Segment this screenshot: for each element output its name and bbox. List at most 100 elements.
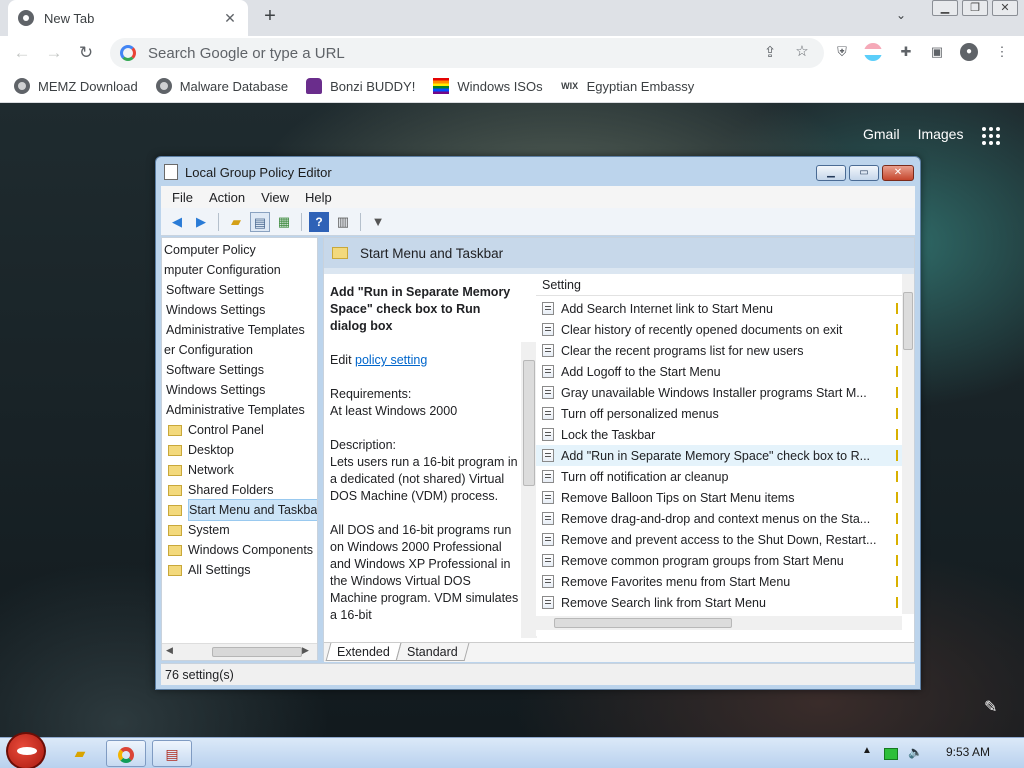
- setting-row[interactable]: Remove and prevent access to the Shut Do…: [536, 529, 902, 550]
- menu-action[interactable]: Action: [209, 190, 245, 205]
- setting-row[interactable]: Add "Run in Separate Memory Space" check…: [536, 445, 902, 466]
- menu-file[interactable]: File: [172, 190, 193, 205]
- minimize-button[interactable]: ▁: [932, 0, 958, 16]
- tab-extended[interactable]: Extended: [325, 643, 402, 661]
- setting-row[interactable]: Turn off personalized menus: [536, 403, 902, 424]
- side-panel-icon[interactable]: ▣: [928, 43, 946, 61]
- list-vertical-scrollbar[interactable]: [902, 274, 914, 614]
- list-horizontal-scrollbar[interactable]: [536, 616, 902, 630]
- chrome-taskbar-icon[interactable]: [106, 740, 146, 767]
- filter-icon[interactable]: ▼: [368, 212, 388, 232]
- setting-name: Add "Run in Separate Memory Space" check…: [561, 448, 871, 463]
- tree-item[interactable]: er Configuration: [164, 340, 317, 360]
- bookmark-malware-database[interactable]: Malware Database: [155, 78, 288, 94]
- volume-icon[interactable]: 🔈: [908, 745, 923, 759]
- setting-name: Remove common program groups from Start …: [561, 553, 844, 568]
- tree-item[interactable]: Software Settings: [164, 280, 317, 300]
- gpe-close-button[interactable]: ✕: [882, 165, 914, 181]
- tree-item[interactable]: mputer Configuration: [164, 260, 317, 280]
- forward-arrow-icon[interactable]: →: [44, 43, 64, 63]
- setting-row[interactable]: Clear the recent programs list for new u…: [536, 340, 902, 361]
- setting-row[interactable]: Remove drag-and-drop and context menus o…: [536, 508, 902, 529]
- google-apps-icon[interactable]: [982, 127, 1000, 145]
- tree-horizontal-scrollbar[interactable]: ◀ ▶: [162, 643, 317, 660]
- export-list-icon[interactable]: ▦: [274, 212, 294, 232]
- show-tree-icon[interactable]: ▤: [250, 211, 270, 232]
- tree-item[interactable]: System: [164, 520, 317, 540]
- close-button[interactable]: ✕: [992, 0, 1018, 16]
- tab-close-icon[interactable]: ✕: [222, 10, 238, 27]
- scroll-thumb[interactable]: [212, 647, 302, 657]
- gpe-minimize-button[interactable]: ▁: [816, 165, 846, 181]
- tab-new-tab[interactable]: New Tab ✕: [8, 0, 248, 36]
- tree-item[interactable]: Software Settings: [164, 360, 317, 380]
- share-icon[interactable]: ⇪: [760, 43, 780, 61]
- gpedit-taskbar-icon[interactable]: ▤: [152, 740, 192, 767]
- setting-row[interactable]: Lock the Taskbar: [536, 424, 902, 445]
- help-icon[interactable]: ?: [309, 211, 329, 232]
- scroll-thumb[interactable]: [523, 360, 535, 486]
- tree-item[interactable]: Windows Components: [164, 540, 317, 560]
- menu-help[interactable]: Help: [305, 190, 332, 205]
- setting-row[interactable]: Gray unavailable Windows Installer progr…: [536, 382, 902, 403]
- bookmark-memz[interactable]: MEMZ Download: [14, 78, 138, 94]
- customize-pencil-icon[interactable]: ✎: [984, 697, 997, 717]
- tree-item[interactable]: Shared Folders: [164, 480, 317, 500]
- bookmark-egyptian-embassy[interactable]: WIX Egyptian Embassy: [561, 78, 694, 94]
- setting-row[interactable]: Add Search Internet link to Start Menu: [536, 298, 902, 319]
- tree-item[interactable]: All Settings: [164, 560, 317, 580]
- tree-item[interactable]: Network: [164, 460, 317, 480]
- restore-button[interactable]: ❐: [962, 0, 988, 16]
- images-link[interactable]: Images: [918, 126, 964, 142]
- forward-arrow-icon[interactable]: ▶: [191, 212, 211, 232]
- description-scrollbar[interactable]: [521, 342, 537, 638]
- bookmarks-bar: MEMZ Download Malware Database Bonzi BUD…: [0, 70, 1024, 103]
- gmail-link[interactable]: Gmail: [863, 126, 900, 142]
- setting-row[interactable]: Remove Favorites menu from Start Menu: [536, 571, 902, 592]
- tree-item[interactable]: Administrative Templates: [164, 400, 317, 420]
- tree-item[interactable]: Start Menu and Taskbar: [164, 499, 317, 521]
- network-icon[interactable]: [884, 748, 898, 760]
- ublock-shield-icon[interactable]: ⛨: [833, 43, 851, 61]
- state-column-edge: [896, 492, 898, 503]
- puzzle-extensions-icon[interactable]: ✚: [897, 43, 915, 61]
- tab-standard[interactable]: Standard: [395, 643, 469, 661]
- profile-avatar-icon[interactable]: ●: [960, 43, 978, 61]
- tab-search-icon[interactable]: ⌄: [896, 8, 906, 22]
- new-tab-button[interactable]: +: [258, 4, 282, 28]
- tree-item[interactable]: Control Panel: [164, 420, 317, 440]
- tree-item[interactable]: Windows Settings: [164, 380, 317, 400]
- clock[interactable]: 9:53 AM: [946, 745, 990, 759]
- back-arrow-icon[interactable]: ←: [12, 43, 32, 63]
- up-folder-icon[interactable]: ▰: [226, 212, 246, 232]
- gpe-maximize-button[interactable]: ▭: [849, 165, 879, 181]
- tree-item[interactable]: Administrative Templates: [164, 320, 317, 340]
- back-arrow-icon[interactable]: ◀: [167, 212, 187, 232]
- scroll-thumb[interactable]: [554, 618, 732, 628]
- properties-icon[interactable]: ▥: [333, 212, 353, 232]
- setting-row[interactable]: Remove Search link from Start Menu: [536, 592, 902, 613]
- tree-item[interactable]: Windows Settings: [164, 300, 317, 320]
- setting-row[interactable]: Remove common program groups from Start …: [536, 550, 902, 571]
- start-button-angry-bird-icon[interactable]: [6, 732, 46, 768]
- bookmark-star-icon[interactable]: ☆: [792, 42, 812, 60]
- tree-item[interactable]: Desktop: [164, 440, 317, 460]
- extension-flag-icon[interactable]: [864, 43, 882, 61]
- reload-icon[interactable]: ↻: [76, 43, 96, 63]
- bookmark-bonzi-buddy[interactable]: Bonzi BUDDY!: [306, 78, 415, 94]
- setting-row[interactable]: Remove Balloon Tips on Start Menu items: [536, 487, 902, 508]
- menu-view[interactable]: View: [261, 190, 289, 205]
- tray-arrow-icon[interactable]: ▲: [862, 745, 872, 756]
- scroll-thumb[interactable]: [903, 292, 913, 350]
- column-header-setting[interactable]: Setting: [536, 274, 902, 296]
- setting-row[interactable]: Add Logoff to the Start Menu: [536, 361, 902, 382]
- setting-row[interactable]: Turn off notification ar cleanup: [536, 466, 902, 487]
- omnibox[interactable]: Search Google or type a URL ⇪ ☆: [110, 38, 824, 68]
- edit-policy-link[interactable]: policy setting: [355, 353, 427, 367]
- tree-item[interactable]: Computer Policy: [164, 240, 317, 260]
- omnibox-placeholder: Search Google or type a URL: [148, 44, 345, 62]
- explorer-folder-icon[interactable]: ▰: [60, 740, 100, 767]
- setting-row[interactable]: Clear history of recently opened documen…: [536, 319, 902, 340]
- kebab-menu-icon[interactable]: ⋮: [993, 43, 1011, 61]
- bookmark-windows-isos[interactable]: Windows ISOs: [433, 78, 543, 94]
